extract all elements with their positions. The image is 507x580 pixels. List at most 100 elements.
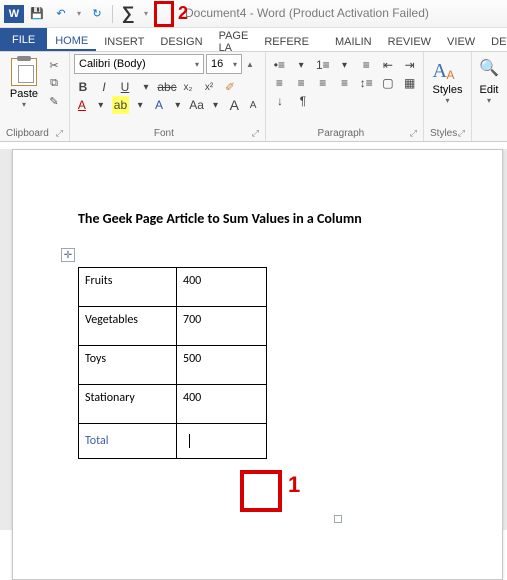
cell-total-label[interactable]: Total xyxy=(79,424,177,459)
paste-dropdown-icon[interactable]: ▾ xyxy=(22,100,26,109)
font-color-dropdown[interactable]: ▾ xyxy=(93,96,109,114)
styles-dialog-launcher[interactable]: ⤢ xyxy=(458,128,465,139)
tab-insert[interactable]: INSERT xyxy=(96,28,152,51)
cell-label[interactable]: Toys xyxy=(79,346,177,385)
text-effects-button[interactable]: A xyxy=(151,96,167,114)
styles-text: Styles xyxy=(433,84,463,96)
tab-developer[interactable]: DEVELO xyxy=(483,28,507,51)
highlight-button[interactable]: ab xyxy=(112,96,130,114)
cut-button[interactable]: ✂ xyxy=(46,58,62,72)
shrink-font-button[interactable]: A xyxy=(245,96,261,114)
cell-label[interactable]: Vegetables xyxy=(79,307,177,346)
change-case-button[interactable]: Aa xyxy=(189,96,205,114)
group-label-styles: Styles ⤢ xyxy=(428,126,467,141)
format-painter-button[interactable]: ✎ xyxy=(46,94,62,108)
justify-button[interactable]: ≡ xyxy=(335,74,354,92)
tab-review[interactable]: REVIEW xyxy=(380,28,439,51)
document-area: The Geek Page Article to Sum Values in a… xyxy=(0,149,507,530)
clear-format-button[interactable]: ✐ xyxy=(221,78,239,96)
grow-font-button[interactable]: A xyxy=(226,96,242,114)
italic-button[interactable]: I xyxy=(95,78,113,96)
cell-label[interactable]: Fruits xyxy=(79,268,177,307)
font-color-button[interactable]: A xyxy=(74,96,90,114)
data-table[interactable]: Fruits400 Vegetables700 Toys500 Stationa… xyxy=(78,267,267,459)
bullets-dropdown[interactable]: ▾ xyxy=(292,56,311,74)
cell-value[interactable]: 500 xyxy=(177,346,267,385)
cell-value[interactable]: 700 xyxy=(177,307,267,346)
table-row: Vegetables700 xyxy=(79,307,267,346)
align-right-button[interactable]: ≡ xyxy=(313,74,332,92)
save-button[interactable]: 💾 xyxy=(26,3,48,25)
tab-mailings[interactable]: MAILIN xyxy=(327,28,380,51)
styles-label-text: Styles xyxy=(430,128,457,139)
group-label-font: Font ⤢ xyxy=(74,126,261,141)
cell-total-value[interactable] xyxy=(177,424,267,459)
find-icon: 🔍 xyxy=(479,58,499,78)
qat-separator xyxy=(112,5,113,23)
sum-button[interactable]: ∑ xyxy=(117,3,139,25)
numbering-dropdown[interactable]: ▾ xyxy=(335,56,354,74)
styles-button[interactable]: AA Styles ▾ xyxy=(428,54,467,109)
group-paragraph: •≡ ▾ 1≡ ▾ ≡ ⇤ ⇥ ≡ ≡ ≡ ≡ ↕≡ ▢ ▦ ↓ ¶ Parag… xyxy=(266,52,424,141)
table-move-handle[interactable]: ✛ xyxy=(61,248,75,262)
group-label-clipboard: Clipboard ⤢ xyxy=(4,126,65,141)
font-name-dropdown-icon: ▾ xyxy=(195,60,199,69)
font-label-text: Font xyxy=(154,128,174,139)
font-name-combo[interactable]: Calibri (Body) ▾ xyxy=(74,54,204,74)
tab-file[interactable]: FILE xyxy=(0,28,47,51)
document-content: The Geek Page Article to Sum Values in a… xyxy=(78,210,362,459)
superscript-button[interactable]: x² xyxy=(200,78,218,96)
font-size-combo[interactable]: 16 ▾ xyxy=(206,54,242,74)
size-stepper[interactable]: ▲ xyxy=(246,60,254,69)
redo-button[interactable]: ↻ xyxy=(86,3,108,25)
decrease-indent-button[interactable]: ⇤ xyxy=(379,56,398,74)
clipboard-dialog-launcher[interactable]: ⤢ xyxy=(56,128,63,139)
multilevel-button[interactable]: ≡ xyxy=(357,56,376,74)
paragraph-dialog-launcher[interactable]: ⤢ xyxy=(410,128,417,139)
styles-dropdown-icon: ▾ xyxy=(445,96,449,105)
bullets-button[interactable]: •≡ xyxy=(270,56,289,74)
group-font: Calibri (Body) ▾ 16 ▾ ▲ B I U ▾ abc x₂ x… xyxy=(70,52,266,141)
group-clipboard: Paste ▾ ✂ ⧉ ✎ Clipboard ⤢ xyxy=(0,52,70,141)
cell-value[interactable]: 400 xyxy=(177,268,267,307)
tab-references[interactable]: REFERE xyxy=(256,28,317,51)
bold-button[interactable]: B xyxy=(74,78,92,96)
document-heading[interactable]: The Geek Page Article to Sum Values in a… xyxy=(78,210,362,227)
page[interactable]: The Geek Page Article to Sum Values in a… xyxy=(12,149,503,580)
borders-button[interactable]: ▦ xyxy=(400,74,419,92)
cell-value[interactable]: 400 xyxy=(177,385,267,424)
case-dropdown[interactable]: ▾ xyxy=(208,96,224,114)
find-button[interactable]: 🔍 Edit ▾ xyxy=(476,54,502,105)
undo-button[interactable]: ↶ xyxy=(50,3,72,25)
line-spacing-button[interactable]: ↕≡ xyxy=(357,74,376,92)
font-dialog-launcher[interactable]: ⤢ xyxy=(252,128,259,139)
table-row: Stationary400 xyxy=(79,385,267,424)
table-resize-handle[interactable] xyxy=(334,515,342,523)
numbering-button[interactable]: 1≡ xyxy=(313,56,332,74)
qat-dropdown[interactable]: ▾ xyxy=(74,3,84,25)
copy-button[interactable]: ⧉ xyxy=(46,76,62,90)
annotation-number-1: 1 xyxy=(288,472,300,498)
underline-button[interactable]: U xyxy=(116,78,134,96)
tab-page-layout[interactable]: PAGE LA xyxy=(211,28,257,51)
strikethrough-button[interactable]: abc xyxy=(158,78,176,96)
highlight-dropdown[interactable]: ▾ xyxy=(132,96,148,114)
align-left-button[interactable]: ≡ xyxy=(270,74,289,92)
qat-customize-dropdown[interactable]: ▾ xyxy=(141,3,151,25)
styles-icon: AA xyxy=(433,58,463,84)
text-effects-dropdown[interactable]: ▾ xyxy=(170,96,186,114)
table-row-total: Total xyxy=(79,424,267,459)
increase-indent-button[interactable]: ⇥ xyxy=(400,56,419,74)
group-editing: 🔍 Edit ▾ xyxy=(472,52,506,141)
underline-dropdown[interactable]: ▾ xyxy=(137,78,155,96)
cell-label[interactable]: Stationary xyxy=(79,385,177,424)
tab-design[interactable]: DESIGN xyxy=(152,28,210,51)
tab-view[interactable]: VIEW xyxy=(439,28,483,51)
show-marks-button[interactable]: ¶ xyxy=(293,92,313,110)
shading-button[interactable]: ▢ xyxy=(379,74,398,92)
subscript-button[interactable]: x₂ xyxy=(179,78,197,96)
tab-home[interactable]: HOME xyxy=(47,28,96,51)
align-center-button[interactable]: ≡ xyxy=(292,74,311,92)
paste-button[interactable]: Paste ▾ xyxy=(4,54,44,112)
sort-button[interactable]: ↓ xyxy=(270,92,290,110)
